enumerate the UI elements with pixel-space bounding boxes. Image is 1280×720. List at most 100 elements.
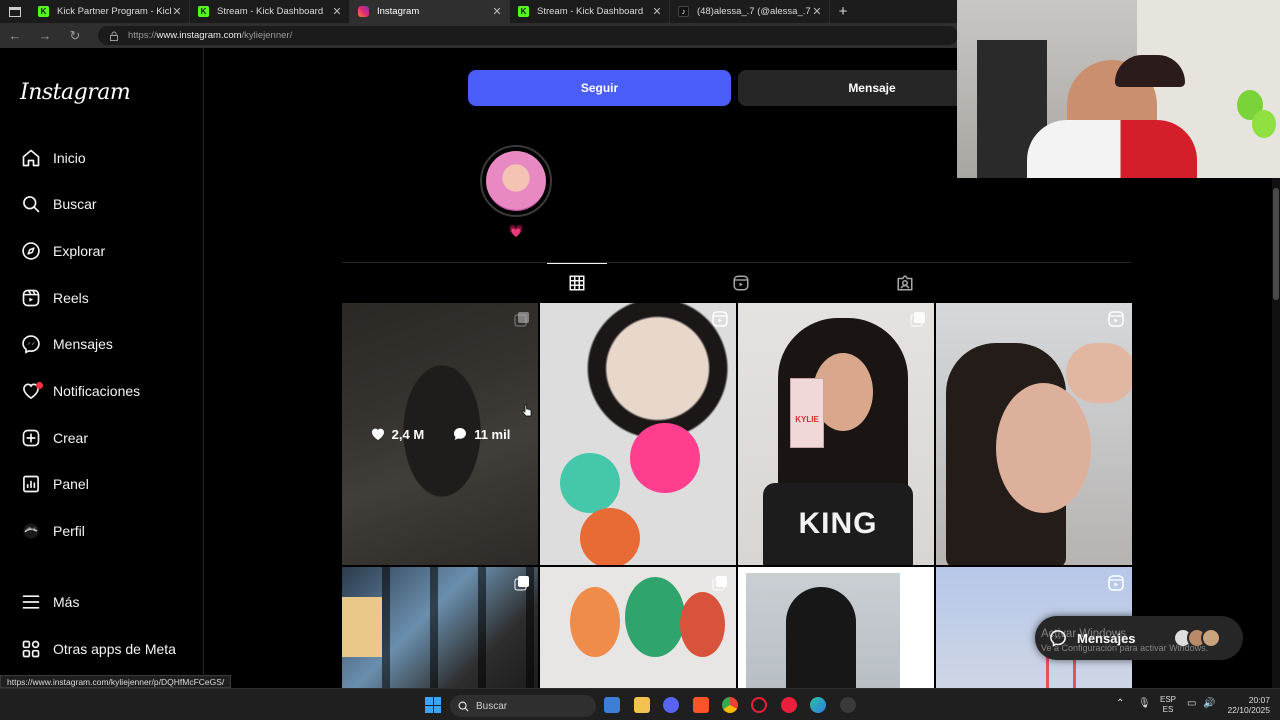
sidebar-item-explorar[interactable]: Explorar [20, 236, 105, 266]
sidebar-item-panel[interactable]: Panel [20, 469, 89, 499]
taskbar-search[interactable]: Buscar [450, 695, 596, 717]
tab-title: Stream - Kick Dashboard [537, 6, 644, 17]
clock-time: 20:07 [1248, 695, 1270, 705]
post-tile[interactable]: KYLIE KING [738, 303, 934, 565]
opera-gx-icon[interactable] [751, 697, 767, 713]
sidebar-item-mensajes[interactable]: Mensajes [20, 329, 113, 359]
sidebar-item-label: Panel [53, 476, 89, 492]
sidebar-item-label: Notificaciones [53, 383, 141, 399]
settings-icon[interactable] [840, 697, 856, 713]
chrome-icon[interactable] [722, 697, 738, 713]
discord-icon[interactable] [663, 697, 679, 713]
tab-tagged[interactable] [875, 263, 935, 302]
window-icon [9, 6, 21, 17]
tab-close-icon[interactable]: ✕ [331, 5, 343, 18]
tab-title: Instagram [377, 6, 420, 17]
tab-close-icon[interactable]: ✕ [171, 5, 183, 18]
browser-tab[interactable]: K Stream - Kick Dashboard ✕ [190, 0, 350, 23]
tab-close-icon[interactable]: ✕ [491, 5, 503, 18]
post-tile[interactable]: 2,4 M 11 mil [342, 303, 538, 565]
forward-button[interactable]: → [30, 23, 60, 48]
product-box: KYLIE [790, 378, 824, 448]
sidebar-item-inicio[interactable]: Inicio [20, 143, 86, 173]
story-highlight-cover [486, 151, 546, 211]
sidebar-item-reels[interactable]: Reels [20, 283, 89, 313]
browser-tab[interactable]: ♪ (48)alessa_.7 (@alessa_.7) | TikTo ✕ [670, 0, 830, 23]
post-image [342, 567, 538, 703]
edge-icon[interactable] [810, 697, 826, 713]
sidebar-item-label: Mensajes [53, 336, 113, 352]
address-bar[interactable]: https://www.instagram.com/kyliejenner/ [98, 26, 958, 45]
post-tile[interactable] [540, 567, 736, 703]
tab-reels[interactable] [711, 263, 771, 302]
post-image [560, 453, 620, 513]
reload-button[interactable]: ↻ [60, 23, 90, 48]
likes-count: 2,4 M [391, 426, 425, 442]
window-menu-button[interactable] [0, 0, 30, 23]
url-path: /kyliejenner/ [241, 30, 293, 41]
follow-button[interactable]: Seguir [468, 70, 731, 106]
comments-stat: 11 mil [452, 426, 510, 442]
arrow-left-icon: ← [8, 28, 22, 43]
taskbar-search-placeholder: Buscar [476, 700, 508, 712]
sidebar-item-buscar[interactable]: Buscar [20, 189, 97, 219]
volume-icon[interactable]: 🔊 [1203, 698, 1215, 709]
post-image [996, 383, 1091, 513]
brave-icon[interactable] [693, 697, 709, 713]
sidebar-item-label: Otras apps de Meta [53, 641, 176, 657]
activate-windows-subtitle: Ve a Configuración para activar Windows. [1041, 643, 1209, 653]
plus-square-icon [22, 429, 40, 447]
dashboard-icon [23, 475, 39, 493]
tab-title: Kick Partner Program - Kick Dash [57, 6, 171, 17]
sidebar-item-mas[interactable]: Más [20, 587, 79, 617]
likes-stat: 2,4 M [370, 426, 425, 442]
file-explorer-icon[interactable] [634, 697, 650, 713]
browser-tab[interactable]: K Stream - Kick Dashboard ✕ [510, 0, 670, 23]
sidebar-item-crear[interactable]: Crear [20, 423, 88, 453]
microphone-icon[interactable]: 🎙 [1138, 698, 1151, 709]
sidebar-item-label: Crear [53, 430, 89, 446]
language-bottom: ES [1162, 705, 1174, 714]
lock-icon [110, 31, 118, 41]
clock-date: 22/10/2025 [1227, 705, 1270, 715]
network-icon[interactable]: ▭ [1187, 698, 1196, 709]
post-shirt-text: KING [763, 483, 913, 565]
profile-tabs [342, 262, 1131, 302]
page-scrollbar[interactable] [1272, 178, 1280, 688]
browser-tab[interactable]: K Kick Partner Program - Kick Dash ✕ [30, 0, 190, 23]
kick-favicon-icon: K [198, 6, 209, 17]
system-clock[interactable]: 20:07 22/10/2025 [1222, 695, 1270, 715]
taskbar-app-icon[interactable] [604, 697, 620, 713]
start-button[interactable] [425, 697, 441, 713]
post-tile[interactable] [738, 567, 934, 703]
post-tile[interactable] [342, 567, 538, 703]
tab-close-icon[interactable]: ✕ [651, 5, 663, 18]
sidebar-item-label: Explorar [53, 243, 106, 259]
language-indicator[interactable]: ESP ES [1160, 695, 1176, 715]
browser-tab-active[interactable]: Instagram ✕ [350, 0, 510, 23]
scrollbar-thumb[interactable] [1273, 188, 1279, 300]
post-image [786, 587, 856, 693]
reel-badge-icon [1108, 311, 1124, 327]
post-tile[interactable] [540, 303, 736, 565]
instagram-logo[interactable]: Instagram [20, 80, 131, 105]
sidebar-item-otras-apps-de-meta[interactable]: Otras apps de Meta [20, 634, 176, 664]
back-button[interactable]: ← [0, 23, 30, 48]
opera-icon[interactable] [781, 697, 797, 713]
post-tile[interactable] [936, 303, 1132, 565]
tab-posts[interactable] [547, 263, 607, 302]
webcam-overlay [957, 0, 1280, 178]
search-icon [23, 196, 40, 213]
carousel-badge-icon [514, 576, 529, 591]
sidebar-item-notificaciones[interactable]: Notificaciones [20, 376, 140, 406]
posts-grid: 2,4 M 11 mil KYLIE KING [342, 303, 1132, 703]
sidebar-item-label: Más [53, 594, 80, 610]
new-tab-button[interactable]: + [830, 0, 856, 23]
chevron-up-icon[interactable]: ⌃ [1116, 698, 1124, 709]
url-prefix: https:// [128, 30, 157, 41]
tab-title: Stream - Kick Dashboard [217, 6, 324, 17]
sidebar-item-perfil[interactable]: Perfil [20, 516, 85, 546]
story-highlight[interactable] [480, 145, 552, 217]
webcam-cap [1115, 55, 1185, 87]
tab-close-icon[interactable]: ✕ [811, 5, 823, 18]
